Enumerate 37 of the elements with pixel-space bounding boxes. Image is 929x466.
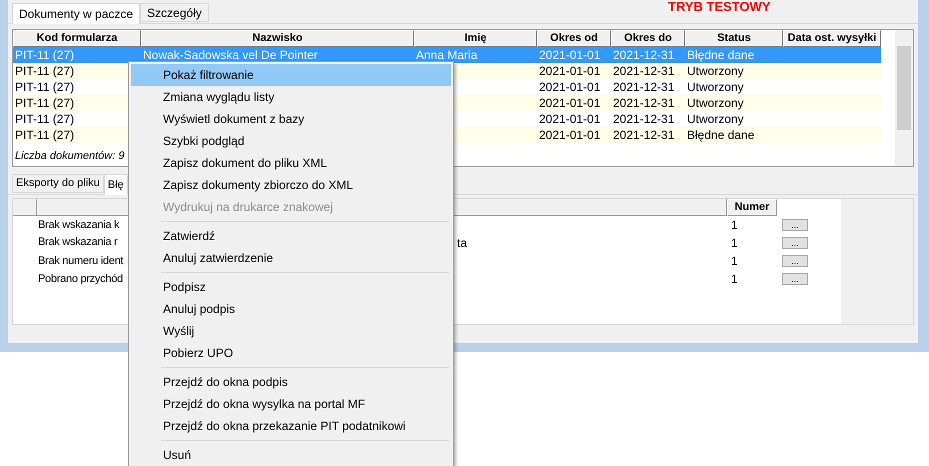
table-cell: 2021-12-31 <box>613 48 674 62</box>
table-cell: Utworzony <box>687 64 744 78</box>
table-cell-text: 1 <box>730 253 739 270</box>
table-cell: PIT-11 (27) <box>15 112 74 126</box>
table-cell: 2021-12-31 <box>613 80 674 94</box>
table-cell-text: 1 <box>730 271 739 288</box>
error-message: Brak wskazania k <box>38 218 120 233</box>
table-cell: 2021-01-01 <box>539 48 600 62</box>
table-cell: PIT-11 (27) <box>15 80 74 94</box>
table-cell-text: 1 <box>730 217 739 234</box>
table-cell: Nowak-Sadowska vel De Pointer <box>143 48 318 62</box>
table-cell: Utworzony <box>687 80 744 94</box>
table-cell: Błędne dane <box>687 128 754 142</box>
table-cell: PIT-11 (27) <box>15 96 74 110</box>
table-cell: 2021-12-31 <box>613 112 674 126</box>
table-cell: Utworzony <box>687 96 744 110</box>
table-cell: Anna Maria <box>416 48 478 62</box>
table-cell: 2021-12-31 <box>613 64 674 78</box>
document-count: Liczba dokumentów: 9 <box>15 148 124 164</box>
table-cell: Błędne dane <box>687 48 754 62</box>
table-cell: PIT-11 (27) <box>15 48 74 62</box>
test-mode-label: TRYB TESTOWY <box>668 0 771 14</box>
table-cell-text: 1 <box>730 235 739 252</box>
table-cell: 2021-01-01 <box>539 128 600 142</box>
table-cell: PIT-11 (27) <box>15 64 74 78</box>
table-cell: Utworzony <box>687 112 744 126</box>
table-cell: 2021-01-01 <box>539 80 600 94</box>
table-cell: 2021-12-31 <box>613 96 674 110</box>
error-message: Brak numeru ident <box>38 254 124 269</box>
table-cell: PIT-11 (27) <box>15 128 74 142</box>
table-cell: 2021-12-31 <box>613 128 674 142</box>
error-message: Pobrano przychód <box>38 272 123 287</box>
table-cell: 2021-01-01 <box>539 64 600 78</box>
table-cell: 2021-01-01 <box>539 96 600 110</box>
error-message: ta <box>457 235 468 252</box>
table-cell: 2021-01-01 <box>539 112 600 126</box>
error-message: Brak wskazania r <box>38 235 118 250</box>
